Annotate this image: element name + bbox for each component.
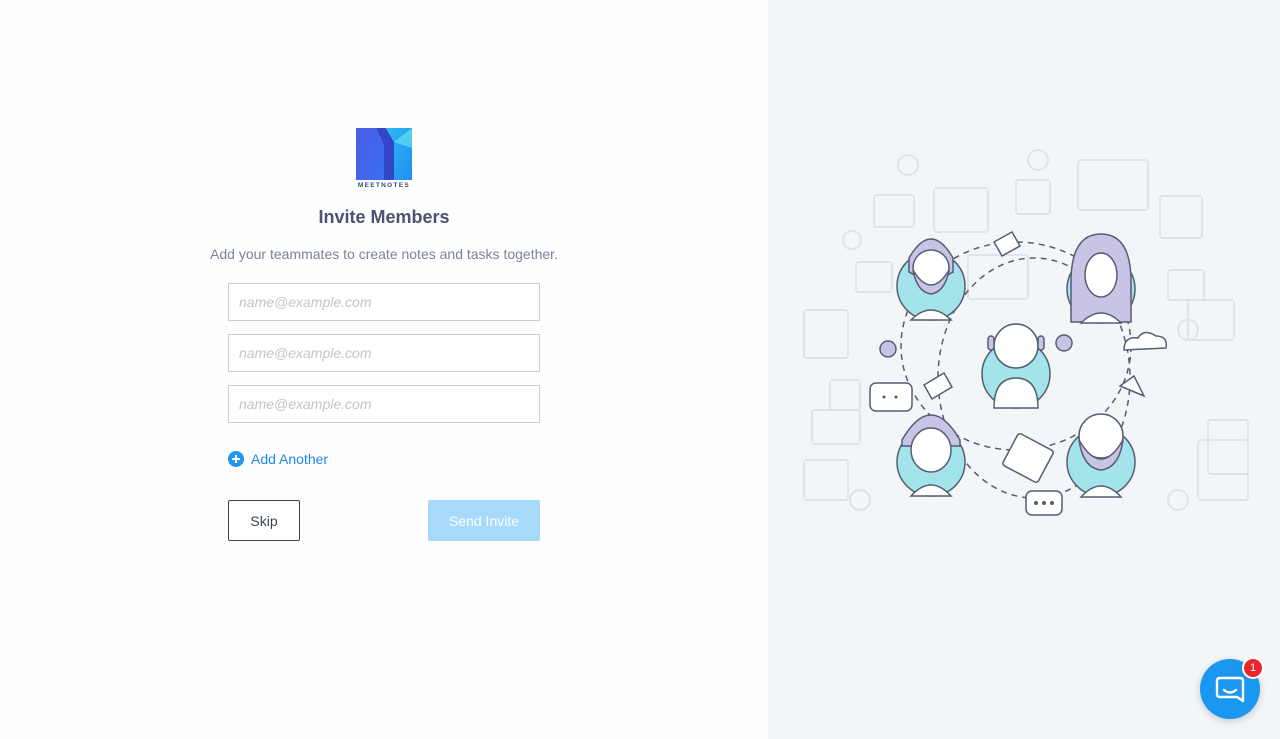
notification-badge: 1 [1242, 657, 1264, 679]
logo-wordmark: MEETNOTES [357, 182, 411, 189]
send-invite-button[interactable]: Send Invite [428, 500, 540, 541]
add-another-button[interactable]: Add Another [228, 451, 328, 467]
avatar-top-right [1066, 233, 1136, 324]
email-field-3[interactable] [228, 385, 540, 423]
email-field-1[interactable] [228, 283, 540, 321]
email-field-2[interactable] [228, 334, 540, 372]
illustration-panel [768, 0, 1280, 739]
page-subtitle: Add your teammates to create notes and t… [210, 246, 558, 262]
add-another-label: Add Another [251, 451, 329, 467]
chat-bubble-icon [1215, 676, 1245, 703]
plus-circle-icon [228, 451, 244, 467]
page-title: Invite Members [318, 207, 450, 227]
meetnotes-logo [356, 128, 412, 180]
invite-panel: MEETNOTES Invite Members Add your teamma… [0, 0, 768, 739]
avatar-bottom-left [896, 414, 966, 497]
avatar-center [981, 323, 1051, 409]
avatar-top-left [896, 238, 966, 321]
skip-button[interactable]: Skip [228, 500, 300, 541]
team-illustration [803, 149, 1249, 516]
avatar-bottom-right [1066, 413, 1136, 498]
